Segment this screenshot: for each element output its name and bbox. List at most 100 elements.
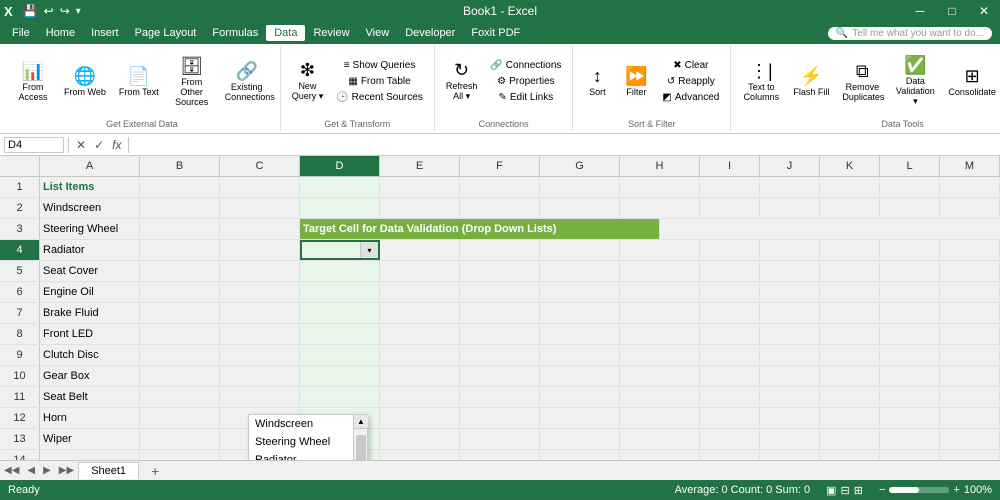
zoom-in-btn[interactable]: + <box>953 484 959 496</box>
confirm-formula-icon[interactable]: ✓ <box>91 138 107 152</box>
cell-e12[interactable] <box>380 408 460 428</box>
cell-b4[interactable] <box>140 240 220 260</box>
cell-m4[interactable] <box>940 240 1000 260</box>
cell-b3[interactable] <box>140 219 220 239</box>
ribbon-btn-clear[interactable]: ✖ Clear <box>657 58 724 73</box>
ribbon-btn-data-validation[interactable]: ✅ Data Validation ▾ <box>890 53 940 110</box>
row-header-8[interactable]: 8 <box>0 324 40 344</box>
cell-a12[interactable]: Horn <box>40 408 140 428</box>
cell-d8[interactable] <box>300 324 380 344</box>
row-header-12[interactable]: 12 <box>0 408 40 428</box>
minimize-btn[interactable]: ─ <box>904 0 936 22</box>
cell-a8[interactable]: Front LED <box>40 324 140 344</box>
cell-f5[interactable] <box>460 261 540 281</box>
cell-c9[interactable] <box>220 345 300 365</box>
cell-m6[interactable] <box>940 282 1000 302</box>
sheet-tab-nav-next[interactable]: ▶ <box>39 465 55 476</box>
cell-j2[interactable] <box>760 198 820 218</box>
cell-c1[interactable] <box>220 177 300 197</box>
zoom-out-btn[interactable]: − <box>879 484 885 496</box>
cell-g10[interactable] <box>540 366 620 386</box>
cell-d2[interactable] <box>300 198 380 218</box>
cell-f6[interactable] <box>460 282 540 302</box>
cell-g4[interactable] <box>540 240 620 260</box>
ribbon-btn-advanced[interactable]: ◩ Advanced <box>657 90 724 105</box>
cell-h13[interactable] <box>620 429 700 449</box>
normal-view-btn[interactable]: ▣ <box>826 484 836 497</box>
cell-c5[interactable] <box>220 261 300 281</box>
ribbon-btn-existing-connections[interactable]: 🔗 Existing Connections <box>220 56 274 108</box>
cell-b9[interactable] <box>140 345 220 365</box>
cell-e1[interactable] <box>380 177 460 197</box>
cell-j9[interactable] <box>760 345 820 365</box>
cell-h14[interactable] <box>620 450 700 460</box>
cell-g6[interactable] <box>540 282 620 302</box>
cell-j4[interactable] <box>760 240 820 260</box>
menu-item-developer[interactable]: Developer <box>397 25 463 41</box>
cancel-formula-icon[interactable]: ✕ <box>73 138 89 152</box>
cell-m9[interactable] <box>940 345 1000 365</box>
cell-g5[interactable] <box>540 261 620 281</box>
row-header-2[interactable]: 2 <box>0 198 40 218</box>
ribbon-btn-reapply[interactable]: ↺ Reapply <box>657 74 724 89</box>
col-header-b[interactable]: B <box>140 156 220 176</box>
col-header-c[interactable]: C <box>220 156 300 176</box>
ribbon-btn-new-query[interactable]: ❇ NewQuery ▾ <box>287 56 329 108</box>
row-header-14[interactable]: 14 <box>0 450 40 460</box>
cell-a6[interactable]: Engine Oil <box>40 282 140 302</box>
cell-m12[interactable] <box>940 408 1000 428</box>
dropdown-item-steering-wheel[interactable]: Steering Wheel <box>249 433 353 451</box>
cell-m10[interactable] <box>940 366 1000 386</box>
row-header-3[interactable]: 3 <box>0 219 40 239</box>
ribbon-btn-refresh-all[interactable]: ↻ RefreshAll ▾ <box>441 56 483 108</box>
cell-k9[interactable] <box>820 345 880 365</box>
page-layout-btn[interactable]: ⊟ <box>841 484 850 497</box>
cell-h6[interactable] <box>620 282 700 302</box>
cell-h9[interactable] <box>620 345 700 365</box>
ribbon-btn-edit-links[interactable]: ✎ Edit Links <box>485 90 566 105</box>
cell-m14[interactable] <box>940 450 1000 460</box>
sheet-tab-sheet1[interactable]: Sheet1 <box>78 462 139 479</box>
ribbon-btn-show-queries[interactable]: ≡ Show Queries <box>331 58 428 73</box>
cell-c10[interactable] <box>220 366 300 386</box>
ribbon-btn-from-other[interactable]: 🗄 From Other Sources <box>167 54 217 110</box>
cell-l1[interactable] <box>880 177 940 197</box>
col-header-i[interactable]: I <box>700 156 760 176</box>
cell-k1[interactable] <box>820 177 880 197</box>
row-header-9[interactable]: 9 <box>0 345 40 365</box>
menu-item-insert[interactable]: Insert <box>83 25 127 41</box>
scroll-thumb[interactable] <box>356 435 366 460</box>
cell-e2[interactable] <box>380 198 460 218</box>
cell-k11[interactable] <box>820 387 880 407</box>
cell-d5[interactable] <box>300 261 380 281</box>
cell-f7[interactable] <box>460 303 540 323</box>
cell-k5[interactable] <box>820 261 880 281</box>
cell-k13[interactable] <box>820 429 880 449</box>
cell-k8[interactable] <box>820 324 880 344</box>
cell-l13[interactable] <box>880 429 940 449</box>
ribbon-btn-properties[interactable]: ⚙ Properties <box>485 74 566 89</box>
cell-m7[interactable] <box>940 303 1000 323</box>
cell-h2[interactable] <box>620 198 700 218</box>
cell-b6[interactable] <box>140 282 220 302</box>
cell-b5[interactable] <box>140 261 220 281</box>
cell-c8[interactable] <box>220 324 300 344</box>
row-header-13[interactable]: 13 <box>0 429 40 449</box>
cell-b12[interactable] <box>140 408 220 428</box>
cell-e11[interactable] <box>380 387 460 407</box>
cell-l2[interactable] <box>880 198 940 218</box>
page-break-btn[interactable]: ⊞ <box>854 484 863 497</box>
zoom-slider[interactable] <box>889 487 949 493</box>
qat-more[interactable]: ▾ <box>76 6 81 17</box>
dropdown-item-radiator[interactable]: Radiator <box>249 451 353 460</box>
menu-item-view[interactable]: View <box>358 25 398 41</box>
cell-f10[interactable] <box>460 366 540 386</box>
menu-item-pagelayout[interactable]: Page Layout <box>127 25 205 41</box>
cell-a7[interactable]: Brake Fluid <box>40 303 140 323</box>
sheet-tab-nav-prev[interactable]: ◀ <box>23 465 39 476</box>
cell-i8[interactable] <box>700 324 760 344</box>
ribbon-btn-text-to-columns[interactable]: ⋮| Text to Columns <box>737 56 785 108</box>
cell-e9[interactable] <box>380 345 460 365</box>
cell-h7[interactable] <box>620 303 700 323</box>
menu-item-formulas[interactable]: Formulas <box>204 25 266 41</box>
